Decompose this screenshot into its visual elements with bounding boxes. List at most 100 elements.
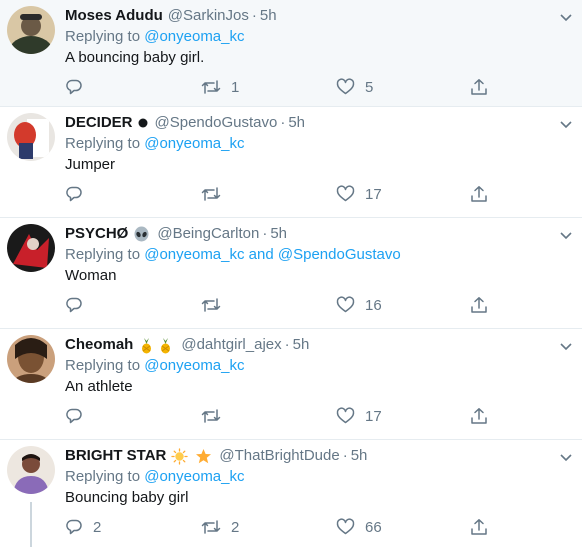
timestamp[interactable]: 5h	[293, 335, 310, 355]
retweet-icon	[201, 298, 221, 312]
mention-link[interactable]: @SpendoGustavo	[278, 246, 401, 263]
share-icon	[471, 408, 487, 424]
pineapple-emoji	[138, 337, 176, 354]
chevron-down-icon[interactable]	[559, 339, 573, 353]
like-button[interactable]: 5	[336, 76, 373, 98]
tweet[interactable]: PSYCHØ @BeingCarlton · 5h Replying to @o…	[0, 218, 582, 329]
retweet-button[interactable]	[201, 405, 231, 427]
share-button[interactable]	[470, 183, 488, 205]
like-count: 17	[365, 407, 382, 425]
tweet[interactable]: DECIDER @SpendoGustavo · 5h Replying to …	[0, 107, 582, 218]
share-icon	[471, 186, 487, 202]
timestamp[interactable]: 5h	[270, 224, 287, 244]
avatar[interactable]	[7, 446, 55, 494]
heart-icon	[336, 296, 355, 313]
mention-link[interactable]: @onyeoma_kc	[144, 28, 244, 45]
tweet-header: BRIGHT STAR @ThatBrightDude · 5h	[65, 446, 367, 466]
replying-to-label: Replying to	[65, 468, 145, 485]
tweet-text: Woman	[65, 267, 117, 284]
thread-line	[30, 502, 32, 547]
replying-to-label: Replying to	[65, 357, 145, 374]
display-name[interactable]: BRIGHT STAR	[65, 446, 166, 466]
user-handle[interactable]: @BeingCarlton	[157, 224, 259, 244]
display-name[interactable]: Cheomah	[65, 335, 133, 355]
reply-button[interactable]	[65, 294, 93, 316]
tweet[interactable]: Cheomah @dahtgirl_ajex · 5h Replying to …	[0, 329, 582, 440]
tweet[interactable]: Moses Adudu @SarkinJos · 5h Replying to …	[0, 0, 582, 107]
share-icon	[471, 297, 487, 313]
timestamp[interactable]: 5h	[288, 113, 305, 133]
replying-to: Replying to @onyeoma_kc and @SpendoGusta…	[65, 245, 401, 265]
reply-button[interactable]	[65, 405, 93, 427]
chevron-down-icon[interactable]	[559, 450, 573, 464]
action-bar: 1 5	[65, 76, 505, 98]
mention-link[interactable]: @onyeoma_kc	[144, 357, 244, 374]
tweet-header: DECIDER @SpendoGustavo · 5h	[65, 113, 305, 133]
timestamp[interactable]: 5h	[351, 446, 368, 466]
avatar[interactable]	[7, 335, 55, 383]
retweet-icon	[201, 80, 221, 94]
retweet-count: 1	[231, 78, 240, 96]
user-handle[interactable]: @dahtgirl_ajex	[181, 335, 281, 355]
heart-icon	[336, 407, 355, 424]
replying-to: Replying to @onyeoma_kc	[65, 356, 245, 376]
retweet-icon	[201, 187, 221, 201]
separator-dot: ·	[280, 114, 286, 131]
replying-to: Replying to @onyeoma_kc	[65, 27, 245, 47]
chevron-down-icon[interactable]	[559, 228, 573, 242]
reply-button[interactable]: 2	[65, 516, 101, 538]
replying-to-label: Replying to	[65, 246, 145, 263]
separator-dot: ·	[342, 447, 348, 464]
retweet-icon	[201, 409, 221, 423]
retweet-button[interactable]	[201, 294, 231, 316]
chevron-down-icon[interactable]	[559, 117, 573, 131]
tweet[interactable]: BRIGHT STAR @ThatBrightDude · 5h Replyin…	[0, 440, 582, 547]
retweet-icon	[201, 520, 221, 534]
action-bar: 16	[65, 294, 505, 316]
user-handle[interactable]: @ThatBrightDude	[219, 446, 339, 466]
like-button[interactable]: 17	[336, 405, 382, 427]
display-name[interactable]: DECIDER	[65, 113, 133, 133]
avatar[interactable]	[7, 224, 55, 272]
heart-icon	[336, 78, 355, 95]
like-button[interactable]: 16	[336, 294, 382, 316]
display-name[interactable]: Moses Adudu	[65, 6, 163, 26]
retweet-button[interactable]	[201, 183, 231, 205]
tweet-header: Cheomah @dahtgirl_ajex · 5h	[65, 335, 309, 355]
chevron-down-icon[interactable]	[559, 10, 573, 24]
share-button[interactable]	[470, 405, 488, 427]
tweet-text: An athlete	[65, 378, 133, 395]
mention-link[interactable]: @onyeoma_kc	[144, 135, 244, 152]
action-bar: 17	[65, 183, 505, 205]
retweet-button[interactable]: 2	[201, 516, 239, 538]
replying-to-label: Replying to	[65, 135, 145, 152]
user-handle[interactable]: @SarkinJos	[168, 6, 249, 26]
retweet-button[interactable]: 1	[201, 76, 239, 98]
share-button[interactable]	[470, 294, 488, 316]
display-name[interactable]: PSYCHØ	[65, 224, 128, 244]
like-button[interactable]: 66	[336, 516, 382, 538]
mention-link[interactable]: @onyeoma_kc	[144, 246, 244, 263]
like-button[interactable]: 17	[336, 183, 382, 205]
separator-dot: ·	[284, 336, 290, 353]
tweet-text: Bouncing baby girl	[65, 489, 189, 506]
separator-dot: ·	[262, 225, 268, 242]
reply-icon	[66, 297, 82, 313]
share-icon	[471, 519, 487, 535]
mention-link[interactable]: @onyeoma_kc	[144, 468, 244, 485]
action-bar: 17	[65, 405, 505, 427]
avatar[interactable]	[7, 113, 55, 161]
reply-button[interactable]	[65, 76, 93, 98]
reply-button[interactable]	[65, 183, 93, 205]
avatar[interactable]	[7, 6, 55, 54]
heart-icon	[336, 185, 355, 202]
like-count: 16	[365, 296, 382, 314]
timestamp[interactable]: 5h	[260, 6, 277, 26]
share-icon	[471, 79, 487, 95]
replying-to: Replying to @onyeoma_kc	[65, 134, 245, 154]
black-circle-emoji	[138, 118, 150, 128]
retweet-count: 2	[231, 518, 240, 536]
share-button[interactable]	[470, 516, 488, 538]
user-handle[interactable]: @SpendoGustavo	[155, 113, 278, 133]
share-button[interactable]	[470, 76, 488, 98]
